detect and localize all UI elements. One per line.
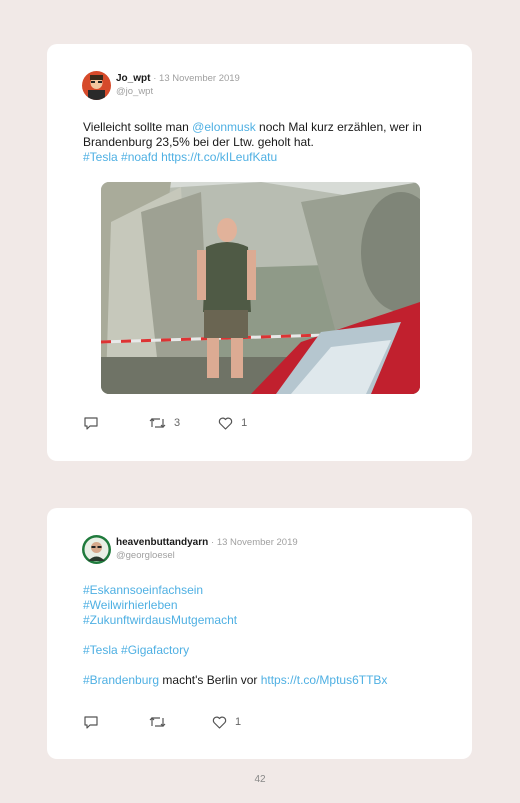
mention-link[interactable]: @elonmusk [192, 120, 256, 134]
tweet-text: #Eskannsoeinfachsein #Weilwirhierleben #… [83, 583, 433, 688]
avatar[interactable] [82, 535, 111, 564]
hashtag-link[interactable]: #Gigafactory [121, 643, 189, 657]
retweet-count: 3 [174, 417, 181, 429]
hashtag-link[interactable]: #ZukunftwirdausMutgemacht [83, 613, 237, 627]
tweet-actions: 1 [83, 715, 241, 729]
url-link[interactable]: https://t.co/Mptus6TTBx [261, 673, 388, 687]
tweet-text-part: macht's Berlin vor [159, 673, 261, 687]
reply-icon [84, 716, 98, 729]
tweet-photo[interactable] [101, 182, 420, 394]
hashtag-link[interactable]: #Weilwirhierleben [83, 598, 178, 612]
author-name[interactable]: heavenbuttandyarn [116, 537, 208, 548]
retweet-icon [149, 418, 166, 428]
page-number: 42 [254, 774, 266, 785]
reply-button[interactable] [83, 416, 99, 430]
tweet-date: · 13 November 2019 [153, 73, 240, 84]
like-button[interactable]: 1 [218, 417, 247, 430]
tweet-actions: 3 1 [83, 416, 247, 430]
url-link[interactable]: https://t.co/kILeufKatu [161, 150, 277, 164]
tweet-card: Jo_wpt · 13 November 2019 @jo_wpt Vielle… [47, 44, 472, 461]
hashtag-link[interactable]: #Brandenburg [83, 673, 159, 687]
heart-icon [212, 716, 227, 729]
hashtag-link[interactable]: #Tesla [83, 150, 118, 164]
author-handle[interactable]: @georgloesel [116, 549, 298, 562]
retweet-button[interactable] [149, 715, 166, 729]
author-name[interactable]: Jo_wpt [116, 73, 150, 84]
reply-icon [84, 417, 98, 430]
heart-icon [218, 417, 233, 430]
hashtag-link[interactable]: #Tesla [83, 643, 118, 657]
reply-button[interactable] [83, 715, 99, 729]
tweet-text-part: Vielleicht sollte man [83, 120, 193, 134]
like-count: 1 [235, 716, 242, 728]
tweet-header: heavenbuttandyarn · 13 November 2019 @ge… [82, 535, 298, 564]
tweet-header: Jo_wpt · 13 November 2019 @jo_wpt [82, 71, 240, 100]
hashtag-link[interactable]: #noafd [121, 150, 158, 164]
like-button[interactable]: 1 [212, 716, 241, 729]
tweet-card: heavenbuttandyarn · 13 November 2019 @ge… [47, 508, 472, 759]
avatar[interactable] [82, 71, 111, 100]
like-count: 1 [241, 417, 248, 429]
author-handle[interactable]: @jo_wpt [116, 85, 240, 98]
hashtag-link[interactable]: #Eskannsoeinfachsein [83, 583, 203, 597]
retweet-button[interactable]: 3 [149, 416, 180, 430]
retweet-icon [149, 717, 166, 727]
tweet-date: · 13 November 2019 [211, 537, 298, 548]
tweet-text: Vielleicht sollte man @elonmusk noch Mal… [83, 120, 428, 165]
